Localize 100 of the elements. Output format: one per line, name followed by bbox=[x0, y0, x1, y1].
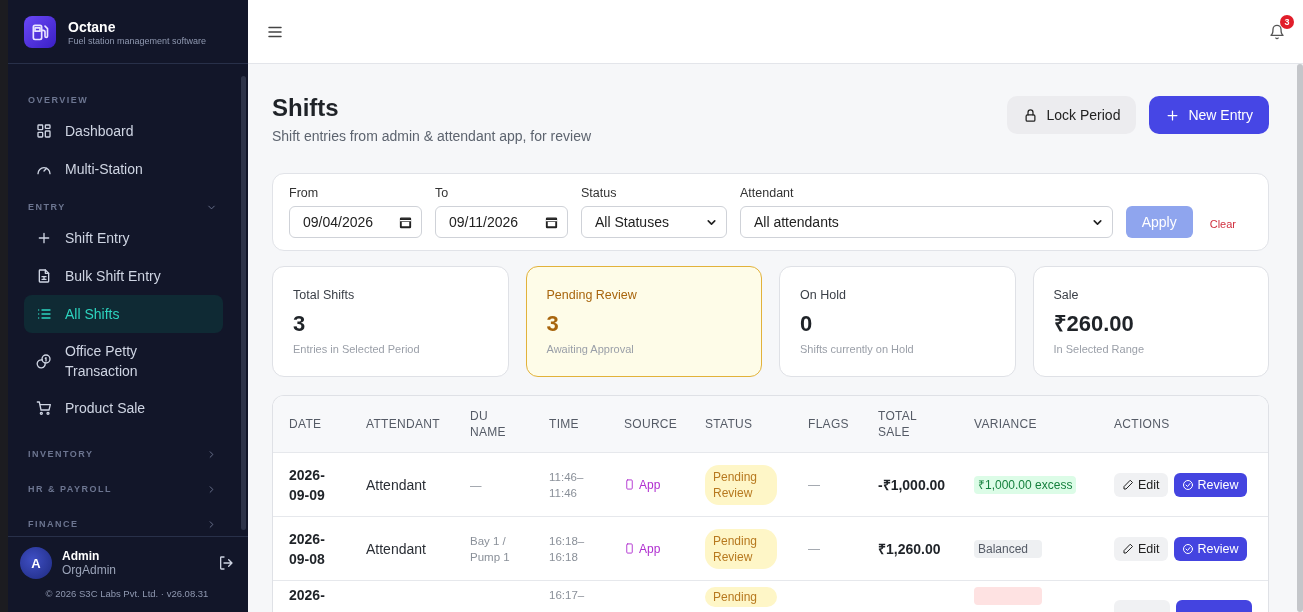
stat-note: Shifts currently on Hold bbox=[800, 342, 915, 357]
notification-badge: 3 bbox=[1280, 14, 1294, 29]
date-cell-text: 2026- bbox=[289, 587, 326, 603]
time-cell-text: 11:46–11:46 bbox=[549, 469, 585, 501]
status-badge: Pending bbox=[705, 587, 777, 607]
logo-icon bbox=[24, 15, 56, 48]
stat-label: Total Shifts bbox=[293, 287, 356, 303]
bell-icon[interactable] bbox=[1269, 23, 1285, 40]
attendant-cell-text: Attendant bbox=[366, 540, 427, 557]
check-circle-icon bbox=[1181, 478, 1194, 491]
section-heading[interactable]: FINANCE bbox=[28, 519, 79, 529]
stat-label: On Hold bbox=[800, 287, 847, 303]
stat-label: Pending Review bbox=[546, 287, 638, 303]
nav-item[interactable]: Dashboard bbox=[24, 112, 223, 150]
review-button[interactable]: Review bbox=[1173, 472, 1247, 497]
edit-button[interactable]: Edit bbox=[1114, 472, 1168, 497]
page-title: Shifts bbox=[272, 96, 340, 120]
nav-item[interactable]: Shift Entry bbox=[24, 219, 223, 257]
variance-badge: ₹1,000.00 excess bbox=[974, 475, 1077, 494]
nav-item[interactable]: All Shifts bbox=[24, 295, 223, 333]
check-circle-icon bbox=[1181, 542, 1194, 555]
stat-note: Awaiting Approval bbox=[546, 342, 635, 357]
field-label: To bbox=[435, 185, 450, 201]
scrollbar[interactable] bbox=[241, 76, 246, 530]
app-tagline: Fuel station management software bbox=[68, 35, 207, 46]
source-label: App bbox=[624, 477, 661, 492]
stat-note: In Selected Range bbox=[1053, 342, 1145, 357]
phone-icon bbox=[624, 479, 635, 490]
flags-cell-text: — bbox=[808, 477, 821, 492]
clear-link[interactable]: Clear bbox=[1205, 218, 1252, 238]
page-subtitle: Shift entries from admin & attendant app, for review bbox=[272, 127, 592, 145]
column-header: TIME bbox=[549, 416, 579, 432]
stat-note: Entries in Selected Period bbox=[293, 342, 421, 357]
column-header: VARIANCE bbox=[974, 416, 1037, 432]
list-icon bbox=[36, 306, 52, 322]
time-cell-text: 16:17– bbox=[549, 588, 586, 603]
section-heading[interactable]: INVENTORY bbox=[28, 449, 94, 459]
coins-icon bbox=[36, 353, 52, 369]
status-badge: Pending Review bbox=[705, 528, 777, 569]
section-heading[interactable]: HR & PAYROLL bbox=[28, 484, 112, 494]
pencil-icon bbox=[1122, 542, 1134, 555]
plus-icon bbox=[1165, 107, 1181, 123]
stat-value: 3 bbox=[546, 310, 560, 338]
stat-value: 0 bbox=[800, 310, 814, 338]
stat-label: Sale bbox=[1053, 287, 1080, 303]
stat-value: ₹260.00 bbox=[1053, 310, 1135, 338]
user-role: OrgAdmin bbox=[62, 563, 118, 577]
date-field[interactable]: 09/04/2026 bbox=[289, 206, 422, 238]
logout-icon bbox=[218, 555, 234, 571]
column-header: ACTIONS bbox=[1114, 416, 1170, 432]
calendar-icon bbox=[398, 214, 413, 230]
section-heading: OVERVIEW bbox=[28, 95, 89, 105]
field-label: Status bbox=[581, 185, 618, 201]
total-sale-cell-text: ₹1,260.00 bbox=[878, 539, 942, 559]
plus-icon bbox=[36, 230, 52, 246]
nav-item[interactable]: Office Petty Transaction bbox=[24, 333, 223, 389]
lock-icon bbox=[1023, 107, 1039, 123]
document-icon bbox=[36, 268, 52, 284]
date-cell-text: 2026-09-09 bbox=[289, 465, 326, 505]
flags-cell-text: — bbox=[808, 541, 821, 556]
column-header: FLAGS bbox=[808, 416, 849, 432]
total-sale-cell-text: -₹1,000.00 bbox=[878, 475, 947, 495]
variance-badge bbox=[974, 587, 1042, 605]
date-field[interactable]: 09/11/2026 bbox=[435, 206, 568, 238]
nav-item[interactable]: Bulk Shift Entry bbox=[24, 257, 223, 295]
section-heading[interactable]: ENTRY bbox=[28, 202, 66, 212]
dashboard-icon bbox=[36, 123, 52, 139]
phone-icon bbox=[624, 543, 635, 554]
scrollbar[interactable] bbox=[1297, 64, 1303, 612]
cart-icon bbox=[36, 400, 52, 416]
source-label: App bbox=[624, 541, 661, 556]
nav-item[interactable]: Multi-Station bbox=[24, 150, 223, 188]
user-avatar: A bbox=[20, 547, 52, 579]
review-button[interactable]: Review bbox=[1173, 536, 1247, 561]
status-badge: Pending Review bbox=[705, 464, 777, 505]
select-field[interactable]: All Statuses bbox=[581, 206, 727, 238]
stat-value: 3 bbox=[293, 310, 307, 338]
field-label: From bbox=[289, 185, 320, 201]
user-name: Admin bbox=[62, 549, 101, 563]
copyright-text: © 2026 S3C Labs Pvt. Ltd. · v26.08.31 bbox=[44, 588, 210, 599]
field-label: Attendant bbox=[740, 185, 795, 201]
column-header: DU NAME bbox=[470, 408, 506, 440]
app-name: Octane bbox=[68, 17, 117, 36]
nav-item[interactable]: Product Sale bbox=[24, 389, 223, 427]
new-entry-button[interactable]: New Entry bbox=[1149, 96, 1269, 134]
lock-period-button[interactable]: Lock Period bbox=[1007, 96, 1137, 134]
column-header: SOURCE bbox=[624, 416, 678, 432]
variance-badge: Balanced bbox=[974, 539, 1042, 558]
column-header: TOTAL SALE bbox=[878, 408, 917, 440]
du-name-cell-text: Bay 1 / Pump 1 bbox=[470, 533, 511, 565]
calendar-icon bbox=[544, 214, 559, 230]
edit-button[interactable]: Edit bbox=[1114, 536, 1168, 561]
column-header: STATUS bbox=[705, 416, 753, 432]
pencil-icon bbox=[1122, 478, 1134, 491]
column-header: ATTENDANT bbox=[366, 416, 440, 432]
attendant-cell-text: Attendant bbox=[366, 476, 427, 493]
column-header: DATE bbox=[289, 416, 322, 432]
du-name-cell-text: — bbox=[470, 477, 483, 493]
select-field[interactable]: All attendants bbox=[740, 206, 1113, 238]
time-cell-text: 16:18–16:18 bbox=[549, 533, 586, 565]
